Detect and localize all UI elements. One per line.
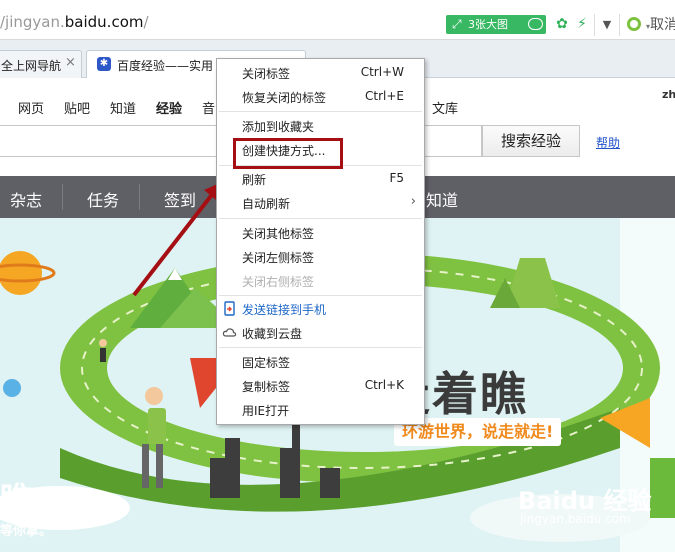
menu-label: 发送链接到手机 (242, 303, 327, 317)
menu-label: 关闭标签 (242, 67, 291, 81)
menu-refresh[interactable]: 刷新 F5 (217, 167, 424, 191)
menu-label: 添加到收藏夹 (242, 120, 315, 134)
menu-add-favorite[interactable]: 添加到收藏夹 (217, 114, 424, 138)
menu-shortcut: F5 (389, 171, 404, 185)
menu-save-to-cloud[interactable]: 收藏到云盘 (217, 321, 424, 345)
menu-label: 用IE打开 (242, 404, 290, 418)
menu-auto-refresh[interactable]: 自动刷新 › (217, 191, 424, 215)
menu-label: 关闭左侧标签 (242, 251, 315, 265)
menu-divider (219, 218, 422, 219)
menu-label: 恢复关闭的标签 (242, 91, 327, 105)
menu-label: 自动刷新 (242, 197, 291, 211)
menu-divider (219, 111, 422, 112)
menu-label: 关闭右侧标签 (242, 275, 315, 289)
chevron-right-icon: › (410, 194, 416, 209)
menu-open-in-ie[interactable]: 用IE打开 (217, 398, 424, 422)
menu-close-tab[interactable]: 关闭标签 Ctrl+W (217, 61, 424, 85)
menu-send-to-phone[interactable]: 发送链接到手机 (217, 297, 424, 321)
menu-shortcut: Ctrl+K (364, 378, 404, 392)
menu-label: 刷新 (242, 173, 267, 187)
menu-label: 复制标签 (242, 380, 291, 394)
menu-close-right-tabs: 关闭右侧标签 (217, 269, 424, 293)
menu-pin-tab[interactable]: 固定标签 (217, 350, 424, 374)
menu-shortcut: Ctrl+W (360, 65, 404, 79)
menu-duplicate-tab[interactable]: 复制标签 Ctrl+K (217, 374, 424, 398)
menu-label: 收藏到云盘 (242, 327, 303, 341)
menu-divider (219, 295, 422, 296)
annotation-highlight-box (233, 138, 343, 169)
menu-close-left-tabs[interactable]: 关闭左侧标签 (217, 245, 424, 269)
menu-label: 固定标签 (242, 356, 291, 370)
tab-context-menu: 关闭标签 Ctrl+W 恢复关闭的标签 Ctrl+E 添加到收藏夹 创建快捷方式..… (216, 58, 425, 425)
menu-divider (219, 347, 422, 348)
phone-send-icon (224, 301, 235, 316)
menu-close-other-tabs[interactable]: 关闭其他标签 (217, 221, 424, 245)
menu-reopen-tab[interactable]: 恢复关闭的标签 Ctrl+E (217, 85, 424, 109)
menu-label: 关闭其他标签 (242, 227, 315, 241)
menu-shortcut: Ctrl+E (365, 89, 404, 103)
cloud-icon (222, 328, 237, 337)
